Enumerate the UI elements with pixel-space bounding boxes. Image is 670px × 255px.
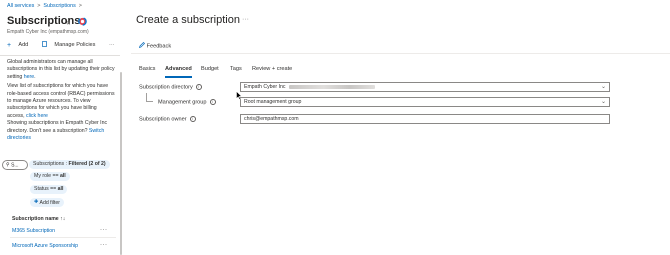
breadcrumb-separator: > [37, 3, 41, 9]
filter-row: ⚲ S... Subscriptions : Filtered (2 of 2) [2, 160, 120, 170]
directory-label-text: Subscription directory [139, 84, 193, 91]
info-icon[interactable]: i [195, 84, 202, 90]
owner-value: chris@empathmsp.com [244, 116, 299, 122]
blade-subtitle: Empath Cyber Inc (empathmsp.com) [7, 29, 89, 35]
feedback-label: Feedback [146, 43, 172, 50]
row-divider [10, 237, 116, 238]
subscription-owner-input[interactable]: chris@empathmsp.com [240, 114, 610, 124]
info-paragraph-directory: Showing subscriptions in Empath Cyber In… [7, 120, 115, 142]
chevron-down-icon: ⌄ [600, 99, 606, 105]
info-paragraph-rbac: View list of subscriptions for which you… [7, 83, 115, 120]
feedback-icon [138, 42, 145, 50]
add-filter-label: Add filter [39, 199, 60, 206]
add-button[interactable]: + Add [7, 41, 34, 49]
info-text-period: . [34, 73, 36, 80]
info-paragraph-policy: Global administrators can manage all sub… [7, 59, 115, 81]
page-title: Create a subscription [136, 14, 240, 26]
subscription-directory-select[interactable]: Empath Cyber Inc ⌄ [240, 82, 610, 92]
title-more-button[interactable]: ··· [242, 16, 249, 23]
info-icon[interactable]: i [189, 116, 196, 122]
active-tab-indicator [165, 76, 192, 78]
mgmt-group-selected-value: Root management group [244, 99, 302, 105]
add-filter-button[interactable]: ✚ Add filter [30, 198, 64, 207]
subscription-name-column-header[interactable]: Subscription name ↑↓ [12, 216, 65, 222]
management-group-select[interactable]: Root management group ⌄ [240, 97, 610, 107]
column-header-label: Subscription name [12, 216, 59, 222]
subscription-row-link[interactable]: Microsoft Azure Sponsorship [12, 243, 78, 249]
subscriptions-blade: Subscriptions « Empath Cyber Inc (empath… [0, 12, 124, 255]
manage-policies-button[interactable]: Manage Policies [42, 41, 102, 49]
breadcrumb-separator: > [78, 3, 82, 9]
info-icon[interactable]: i [209, 99, 216, 105]
subscriptions-filter-pill[interactable]: Subscriptions : Filtered (2 of 2) [29, 160, 110, 169]
left-pane-scrollbar[interactable] [120, 72, 122, 255]
tree-connector [146, 101, 153, 102]
info-message: Global administrators can manage all sub… [7, 59, 115, 144]
pin-icon[interactable] [78, 17, 87, 28]
status-filter-value: all [57, 186, 64, 192]
status-filter-label: Status == [34, 186, 58, 192]
tab-basics[interactable]: Basics [139, 66, 155, 72]
tree-connector [146, 93, 147, 101]
redacted-text [288, 84, 375, 89]
collapse-icon[interactable]: « [66, 18, 70, 27]
tab-review-create[interactable]: Review + create [252, 66, 292, 72]
blade-toolbar: + Add Manage Policies ··· [7, 41, 121, 51]
add-label: Add [18, 42, 29, 49]
role-filter-value: all [59, 173, 66, 179]
info-text-rbac: View list of subscriptions for which you… [7, 83, 115, 119]
mgmt-group-label-text: Management group [158, 99, 207, 106]
status-filter-pill[interactable]: Status == all [30, 185, 68, 194]
mouse-cursor-icon [236, 90, 243, 102]
tab-advanced[interactable]: Advanced [165, 66, 192, 72]
subscriptions-filter-value: Filtered (2 of 2) [68, 161, 106, 167]
policy-here-link[interactable]: here [24, 74, 34, 80]
toolbar-divider [0, 55, 120, 56]
more-options-button[interactable]: ··· [109, 42, 115, 48]
subscription-directory-label: Subscription directory i [139, 84, 202, 90]
role-filter-label: My role == [34, 173, 60, 179]
subscriptions-filter-label: Subscriptions : [33, 161, 69, 167]
tab-budget[interactable]: Budget [201, 66, 219, 72]
feedback-button[interactable]: Feedback [138, 42, 172, 50]
row-more-button[interactable]: ··· [100, 227, 108, 233]
add-filter-icon: ✚ [34, 199, 39, 205]
chevron-down-icon: ⌄ [600, 84, 606, 90]
search-input[interactable]: ⚲ S... [2, 160, 28, 170]
subscription-owner-label: Subscription owner i [139, 116, 196, 122]
breadcrumb: All services > Subscriptions > [7, 3, 85, 9]
command-bar-divider [131, 53, 670, 54]
document-icon [42, 41, 47, 49]
directory-selected-value: Empath Cyber Inc [244, 84, 286, 90]
search-placeholder: S... [11, 162, 19, 169]
subscription-row-link[interactable]: M365 Subscription [12, 228, 55, 234]
manage-policies-label: Manage Policies [54, 42, 96, 49]
tab-tags[interactable]: Tags [230, 66, 242, 72]
plus-icon: + [7, 41, 12, 49]
owner-label-text: Subscription owner [139, 116, 187, 123]
role-filter-pill[interactable]: My role == all [30, 172, 70, 181]
breadcrumb-all-services[interactable]: All services [7, 3, 34, 9]
search-icon: ⚲ [6, 162, 10, 168]
management-group-label: Management group i [158, 99, 216, 105]
billing-click-here-link[interactable]: click here [26, 113, 48, 119]
breadcrumb-subscriptions[interactable]: Subscriptions [43, 3, 75, 9]
sort-icon[interactable]: ↑↓ [60, 216, 65, 222]
